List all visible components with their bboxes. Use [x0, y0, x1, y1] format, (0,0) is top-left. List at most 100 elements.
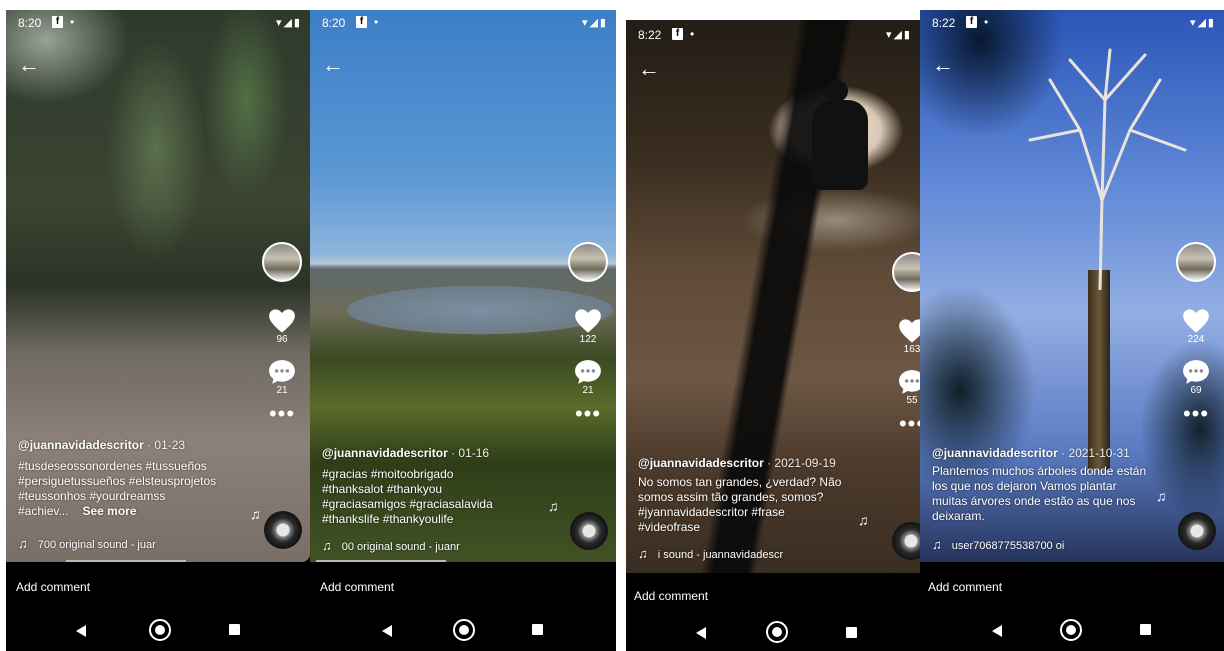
comment-bubble-icon[interactable]	[1182, 359, 1210, 385]
add-comment-input[interactable]: Add comment	[928, 580, 1002, 594]
music-note-icon: ♫	[638, 546, 648, 561]
nav-recents-icon[interactable]	[846, 627, 857, 638]
sound-info[interactable]: ♫ user7068775538700 oi	[932, 537, 1064, 552]
sound-info[interactable]: ♫ 00 original sound - juanr	[322, 538, 460, 553]
comment-count: 21	[582, 385, 594, 396]
sound-info[interactable]: ♫ 700 original sound - juar	[18, 536, 156, 551]
add-comment-input[interactable]: Add comment	[320, 580, 394, 594]
video-caption: @juannavidadescritor · 2021-10-31 Plante…	[932, 446, 1147, 524]
nav-home-icon[interactable]	[766, 621, 788, 643]
tiktok-screen-3: 8:22 f • ▾◢▮ ← 163 55 ••• @juannavidades…	[626, 20, 920, 651]
creator-username[interactable]: @juannavidadescritor	[18, 438, 144, 452]
caption-text: Plantemos muchos árboles donde están los…	[932, 464, 1147, 523]
back-arrow-icon[interactable]: ←	[322, 54, 344, 76]
back-arrow-icon[interactable]: ←	[932, 54, 954, 76]
like-heart-icon[interactable]	[1182, 308, 1210, 334]
nav-home-icon[interactable]	[453, 619, 475, 641]
sound-label: 00 original sound - juanr	[341, 541, 460, 553]
nav-home-icon[interactable]	[149, 619, 171, 641]
like-count: 224	[1187, 334, 1205, 345]
sound-disc-icon[interactable]	[570, 512, 608, 550]
like-heart-icon[interactable]	[898, 318, 920, 344]
caption-text: No somos tan grandes, ¿verdad? Não somos…	[638, 475, 842, 534]
facebook-notification-icon: f	[672, 28, 683, 40]
post-date: · 01-16	[447, 446, 490, 460]
nav-back-icon[interactable]	[382, 625, 392, 637]
add-comment-input[interactable]: Add comment	[16, 580, 90, 594]
nav-home-icon[interactable]	[1060, 619, 1082, 641]
facebook-notification-icon: f	[356, 16, 367, 28]
nav-back-icon[interactable]	[76, 625, 86, 637]
notification-dot: •	[984, 15, 989, 29]
add-comment-bar[interactable]: Add comment	[626, 575, 920, 615]
system-status-icons: ▾◢▮	[275, 17, 302, 29]
add-comment-bar[interactable]: Add comment	[920, 570, 1224, 610]
facebook-notification-icon: f	[52, 16, 63, 28]
tiktok-screen-2: 8:20 f • ▾◢▮ ← 122 21 ••• @juannavidades…	[310, 10, 616, 651]
add-comment-bar[interactable]: Add comment	[310, 570, 616, 610]
video-caption: @juannavidadescritor · 2021-09-19 No som…	[638, 456, 843, 535]
music-note-icon: ♫	[932, 537, 942, 552]
video-caption: @juannavidadescritor · 01-16 #gracias #m…	[322, 446, 512, 527]
sound-info[interactable]: ♫ i sound - juannavidadescr	[638, 546, 783, 561]
status-bar: 8:22 f • ▾◢▮	[626, 20, 920, 46]
action-rail: 96 21 •••	[260, 242, 304, 425]
more-options-icon[interactable]: •••	[890, 413, 920, 435]
status-bar: 8:20 f • ▾◢▮	[6, 10, 310, 36]
notification-dot: •	[690, 27, 695, 41]
android-nav-bar	[6, 611, 310, 651]
comment-count: 55	[906, 395, 918, 406]
like-heart-icon[interactable]	[268, 308, 296, 334]
like-count: 163	[903, 344, 920, 355]
system-status-icons: ▾◢▮	[885, 29, 912, 41]
add-comment-bar[interactable]: Add comment	[6, 570, 310, 610]
like-count: 96	[276, 334, 288, 345]
comment-bubble-icon[interactable]	[268, 359, 296, 385]
video-progress-bar[interactable]	[66, 560, 186, 562]
system-status-icons: ▾◢▮	[1189, 17, 1216, 29]
android-nav-bar	[626, 615, 920, 651]
status-time: 8:20	[322, 16, 346, 30]
facebook-notification-icon: f	[966, 16, 977, 28]
comment-bubble-icon[interactable]	[574, 359, 602, 385]
tiktok-screen-4: 8:22 f • ▾◢▮ ← 224 69 ••• @juannavidades…	[920, 10, 1224, 651]
sound-disc-icon[interactable]	[264, 511, 302, 549]
music-note-icon: ♫	[322, 538, 332, 553]
see-more-link[interactable]: See more	[82, 504, 136, 518]
sound-disc-icon[interactable]	[1178, 512, 1216, 550]
add-comment-input[interactable]: Add comment	[634, 589, 708, 603]
video-progress-bar[interactable]	[316, 560, 446, 562]
creator-username[interactable]: @juannavidadescritor	[638, 456, 764, 470]
nav-recents-icon[interactable]	[532, 624, 543, 635]
back-arrow-icon[interactable]: ←	[638, 58, 660, 80]
creator-avatar[interactable]	[892, 252, 920, 292]
status-time: 8:22	[638, 28, 662, 42]
creator-avatar[interactable]	[262, 242, 302, 282]
like-heart-icon[interactable]	[574, 308, 602, 334]
android-nav-bar	[920, 611, 1224, 651]
creator-avatar[interactable]	[1176, 242, 1216, 282]
more-options-icon[interactable]: •••	[1174, 403, 1218, 425]
creator-username[interactable]: @juannavidadescritor	[322, 446, 448, 460]
tiktok-screen-1: 8:20 f • ▾◢▮ ← 96 21 ••• @juannavidadesc…	[6, 10, 310, 651]
system-status-icons: ▾◢▮	[581, 17, 608, 29]
sound-label: user7068775538700 oi	[951, 540, 1065, 552]
back-arrow-icon[interactable]: ←	[18, 54, 40, 76]
creator-username[interactable]: @juannavidadescritor	[932, 446, 1058, 460]
nav-back-icon[interactable]	[696, 627, 706, 639]
nav-back-icon[interactable]	[992, 625, 1002, 637]
comment-bubble-icon[interactable]	[898, 369, 920, 395]
post-date: · 01-23	[143, 438, 186, 452]
status-time: 8:22	[932, 16, 956, 30]
notification-dot: •	[374, 15, 379, 29]
more-options-icon[interactable]: •••	[260, 403, 304, 425]
like-count: 122	[579, 334, 597, 345]
more-options-icon[interactable]: •••	[566, 403, 610, 425]
notification-dot: •	[70, 15, 75, 29]
status-bar: 8:22 f • ▾◢▮	[920, 10, 1224, 36]
sticker-note-icon: ♫	[858, 512, 869, 528]
sound-label: 700 original sound - juar	[37, 539, 156, 551]
creator-avatar[interactable]	[568, 242, 608, 282]
nav-recents-icon[interactable]	[229, 624, 240, 635]
nav-recents-icon[interactable]	[1140, 624, 1151, 635]
